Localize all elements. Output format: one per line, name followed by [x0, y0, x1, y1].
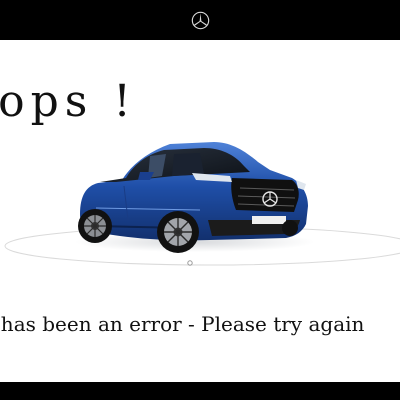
error-page: Oops !: [0, 0, 400, 400]
electric-suv-car-image: [4, 142, 400, 266]
top-bar: [0, 0, 400, 40]
error-message: There has been an error - Please try aga…: [0, 312, 365, 336]
bottom-bar: [0, 382, 400, 400]
error-heading: Oops !: [0, 76, 137, 127]
main-content: Oops !: [0, 40, 400, 382]
mercedes-star-icon[interactable]: [191, 11, 210, 30]
